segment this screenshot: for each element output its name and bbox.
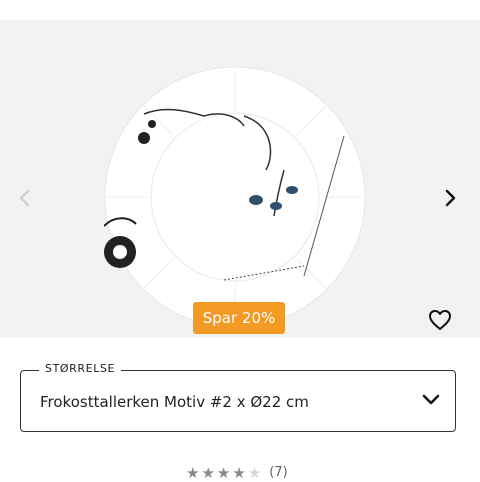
- chevron-left-icon: [19, 189, 30, 207]
- product-gallery[interactable]: Spar 20%: [0, 20, 480, 338]
- star-filled-icon: ★: [232, 463, 246, 482]
- rating-count: (7): [269, 464, 288, 480]
- heart-outline-icon: [429, 310, 451, 330]
- star-filled-icon: ★: [186, 463, 200, 482]
- star-empty-icon: ★: [247, 463, 262, 482]
- chevron-right-icon: [445, 189, 456, 207]
- size-select-value: Frokosttallerken Motiv #2 x Ø22 cm: [40, 393, 309, 411]
- chevron-down-icon: [422, 394, 440, 405]
- gallery-prev-button[interactable]: [10, 184, 38, 212]
- star-filled-icon: ★: [216, 463, 231, 482]
- star-filled-icon: ★: [201, 463, 215, 482]
- discount-badge: Spar 20%: [193, 302, 285, 334]
- product-image: [104, 66, 366, 328]
- rating-stars: ★ ★ ★ ★ ★: [186, 463, 263, 482]
- size-select[interactable]: STØRRELSE Frokosttallerken Motiv #2 x Ø2…: [20, 362, 456, 432]
- gallery-next-button[interactable]: [437, 184, 465, 212]
- product-rating[interactable]: ★ ★ ★ ★ ★ (7): [186, 462, 288, 482]
- size-select-label: STØRRELSE: [39, 362, 122, 375]
- wishlist-button[interactable]: [424, 304, 456, 336]
